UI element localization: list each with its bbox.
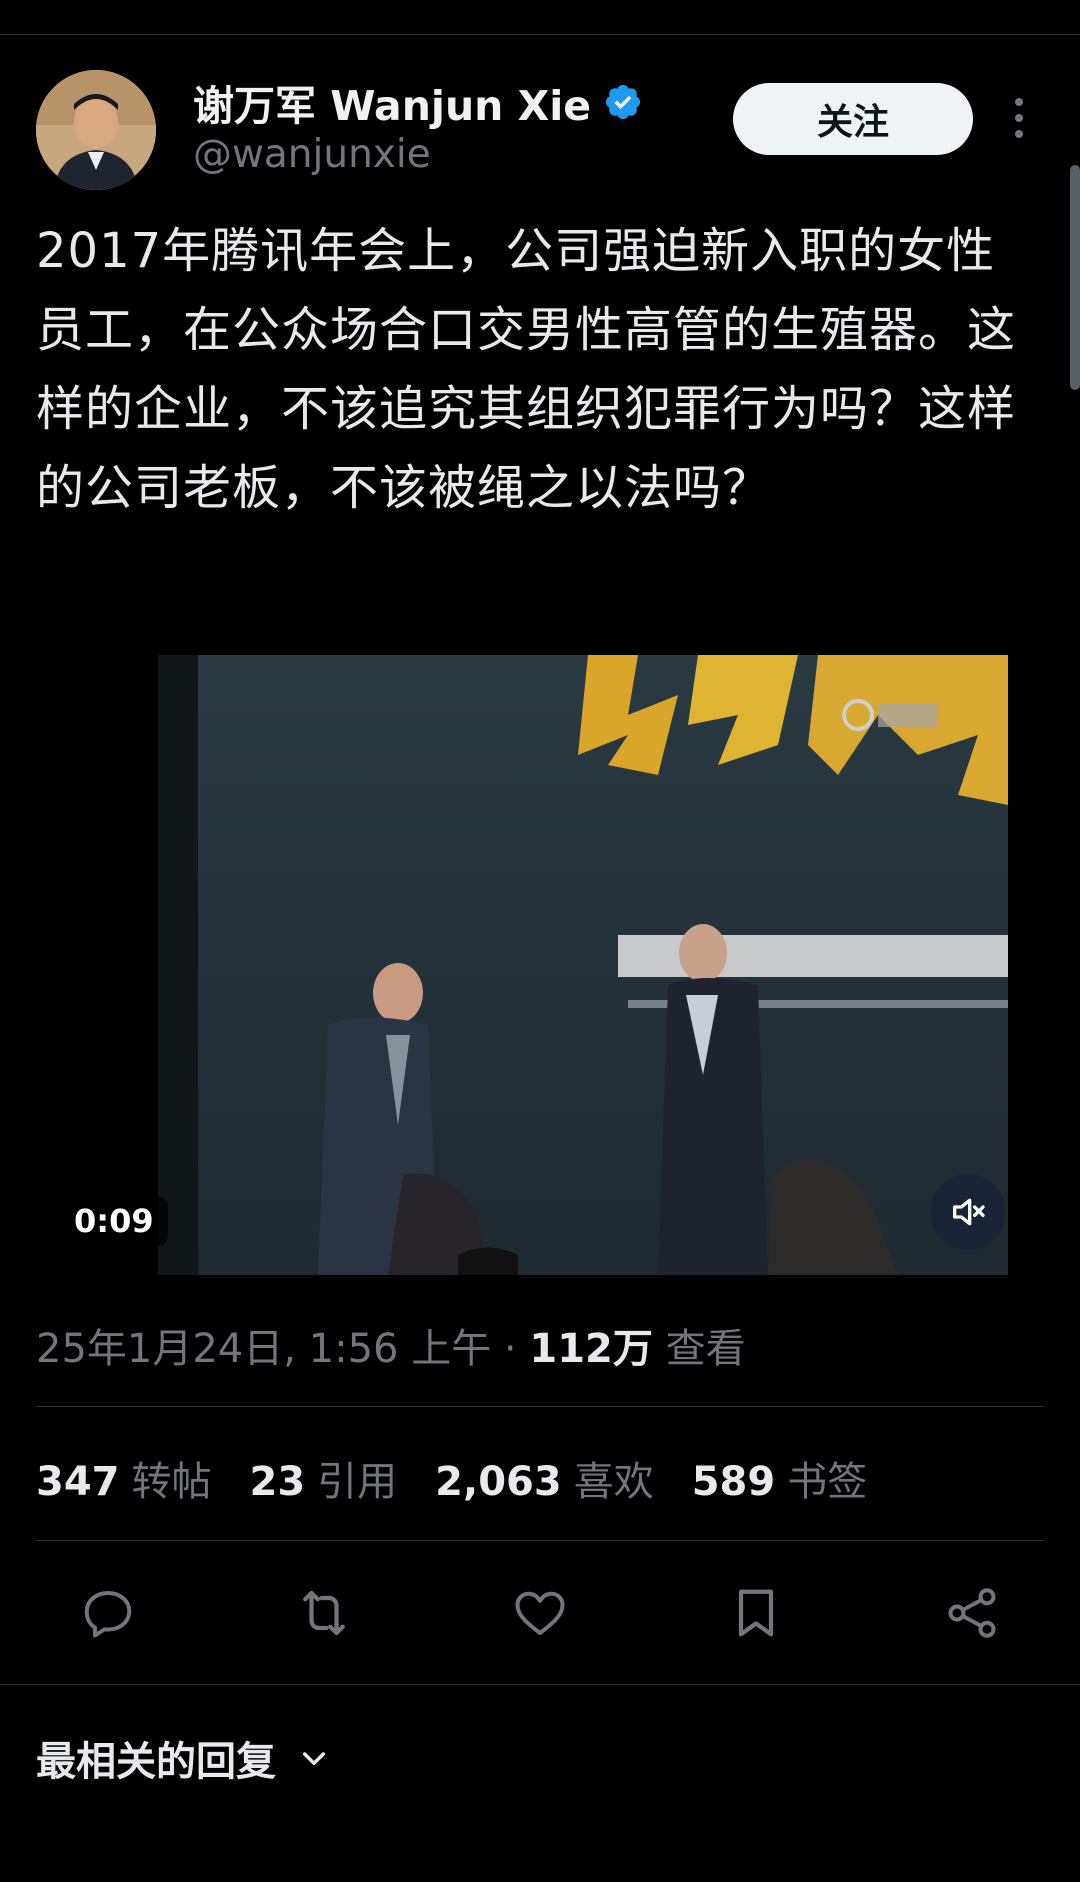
stat-count: 23 <box>249 1459 306 1505</box>
tweet-datetime[interactable]: 25年1月24日, 1:56 上午 <box>36 1326 491 1372</box>
stat-label: 喜欢 <box>573 1459 654 1505</box>
tweet-meta: 25年1月24日, 1:56 上午 · 112万 查看 <box>36 1316 746 1374</box>
stat-count: 2,063 <box>435 1459 562 1505</box>
author-display-name[interactable]: 谢万军 Wanjun Xie <box>193 72 591 132</box>
video-player[interactable]: 0:09 <box>36 652 1044 1277</box>
bookmark-button[interactable] <box>723 1580 789 1646</box>
share-button[interactable] <box>939 1580 1005 1646</box>
reply-button[interactable] <box>75 1580 141 1646</box>
replies-sort-dropdown[interactable]: 最相关的回复 <box>36 1730 330 1786</box>
chevron-down-icon <box>302 1752 326 1766</box>
meta-separator: · <box>491 1326 530 1372</box>
like-button[interactable] <box>507 1580 573 1646</box>
video-frame <box>158 655 1008 1275</box>
avatar[interactable] <box>36 70 156 190</box>
speaker-muted-icon <box>953 1198 985 1226</box>
stat-quotes[interactable]: 23 引用 <box>250 1449 398 1507</box>
avatar-image <box>36 70 156 190</box>
author-name[interactable]: 谢万军 Wanjun Xie <box>193 74 643 130</box>
divider <box>0 1684 1080 1685</box>
stat-label: 转帖 <box>131 1459 212 1505</box>
stat-label: 引用 <box>317 1459 398 1505</box>
stat-bookmarks[interactable]: 589 书签 <box>692 1449 868 1507</box>
views-label: 查看 <box>652 1326 746 1372</box>
stat-count: 347 <box>36 1459 120 1505</box>
action-bar <box>0 1580 1080 1646</box>
more-options-icon[interactable] <box>1004 90 1034 146</box>
tweet-text: 2017年腾讯年会上，公司强迫新入职的女性员工，在公众场合口交男性高管的生殖器。… <box>36 223 1017 516</box>
replies-sort-label: 最相关的回复 <box>36 1739 276 1785</box>
stat-reposts[interactable]: 347 转帖 <box>36 1449 212 1507</box>
retweet-icon <box>303 1590 345 1636</box>
stat-likes[interactable]: 2,063 喜欢 <box>435 1449 654 1507</box>
retweet-button[interactable] <box>291 1580 357 1646</box>
like-icon <box>515 1591 565 1635</box>
top-divider <box>0 34 1080 35</box>
follow-button[interactable]: 关注 <box>733 83 973 155</box>
divider <box>36 1406 1044 1407</box>
scrollbar-thumb[interactable] <box>1070 165 1080 390</box>
stat-label: 书签 <box>787 1459 868 1505</box>
video-timestamp: 0:09 <box>60 1196 168 1246</box>
reply-icon <box>84 1591 132 1638</box>
divider <box>36 1540 1044 1541</box>
verified-badge-icon <box>605 84 641 120</box>
views-count: 112万 <box>529 1326 653 1372</box>
share-icon <box>948 1588 996 1638</box>
author-handle[interactable]: @wanjunxie <box>193 132 431 177</box>
bookmark-icon <box>738 1589 774 1637</box>
engagement-stats: 347 转帖 23 引用 2,063 喜欢 589 书签 <box>36 1450 905 1506</box>
mute-toggle-button[interactable] <box>930 1174 1006 1250</box>
stat-count: 589 <box>691 1459 776 1505</box>
